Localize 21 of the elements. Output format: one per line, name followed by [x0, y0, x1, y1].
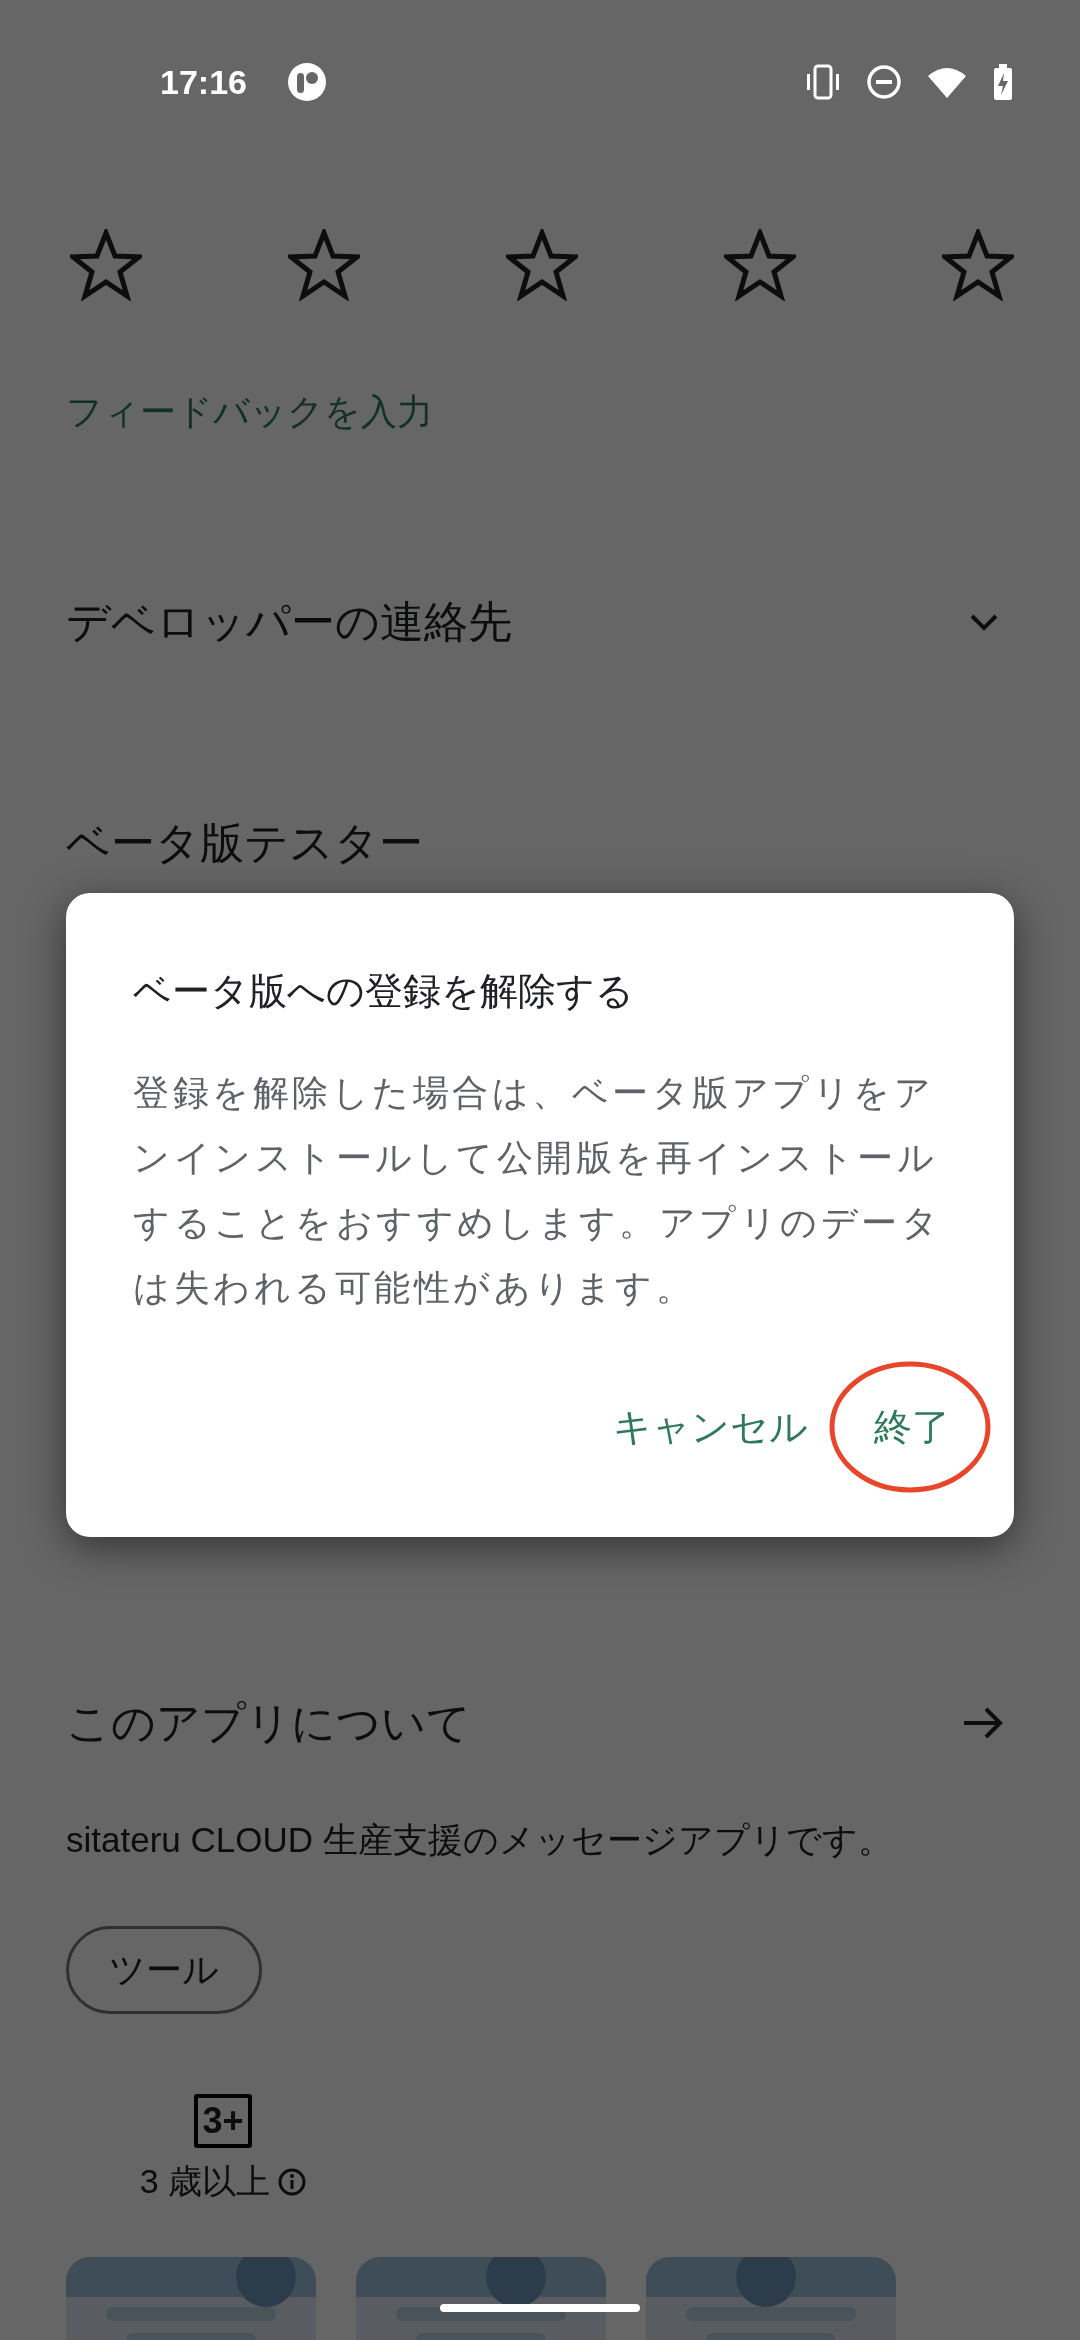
- dialog-button[interactable]: キャンセル: [595, 1383, 826, 1472]
- do-not-disturb-icon: [866, 64, 902, 100]
- section-title: ベータ版テスター: [66, 817, 423, 869]
- star-icon[interactable]: [70, 229, 142, 301]
- dialog-title: ベータ版への登録を解除する: [133, 969, 635, 1014]
- vibrate-icon: [804, 62, 842, 102]
- app-description: sitateru CLOUD 生産支援のメッセージアプリです。: [66, 1819, 894, 1861]
- star-icon[interactable]: [942, 229, 1014, 301]
- app-notification-icon: [286, 62, 327, 102]
- category-chip[interactable]: ツール: [66, 1926, 262, 2014]
- section-title: デベロッパーの連絡先: [66, 596, 512, 648]
- age-rating-label: 3 歳以上: [139, 2161, 271, 2202]
- age-rating-badge: 3+: [194, 2094, 252, 2148]
- dialog-message: 登録を解除した場合は、ベータ版アプリをアンインストールして公開版を再インストールすることをおすすめします。アプリのデータは失われる可能性があります。: [133, 1071, 942, 1310]
- status-time: 17:16: [160, 61, 247, 103]
- star-icon[interactable]: [724, 229, 796, 301]
- star-icon[interactable]: [506, 229, 578, 301]
- section-title: このアプリについて: [66, 1697, 471, 1749]
- star-icon[interactable]: [288, 229, 360, 301]
- info-icon[interactable]: [278, 2167, 307, 2196]
- battery-charging-icon: [992, 62, 1014, 102]
